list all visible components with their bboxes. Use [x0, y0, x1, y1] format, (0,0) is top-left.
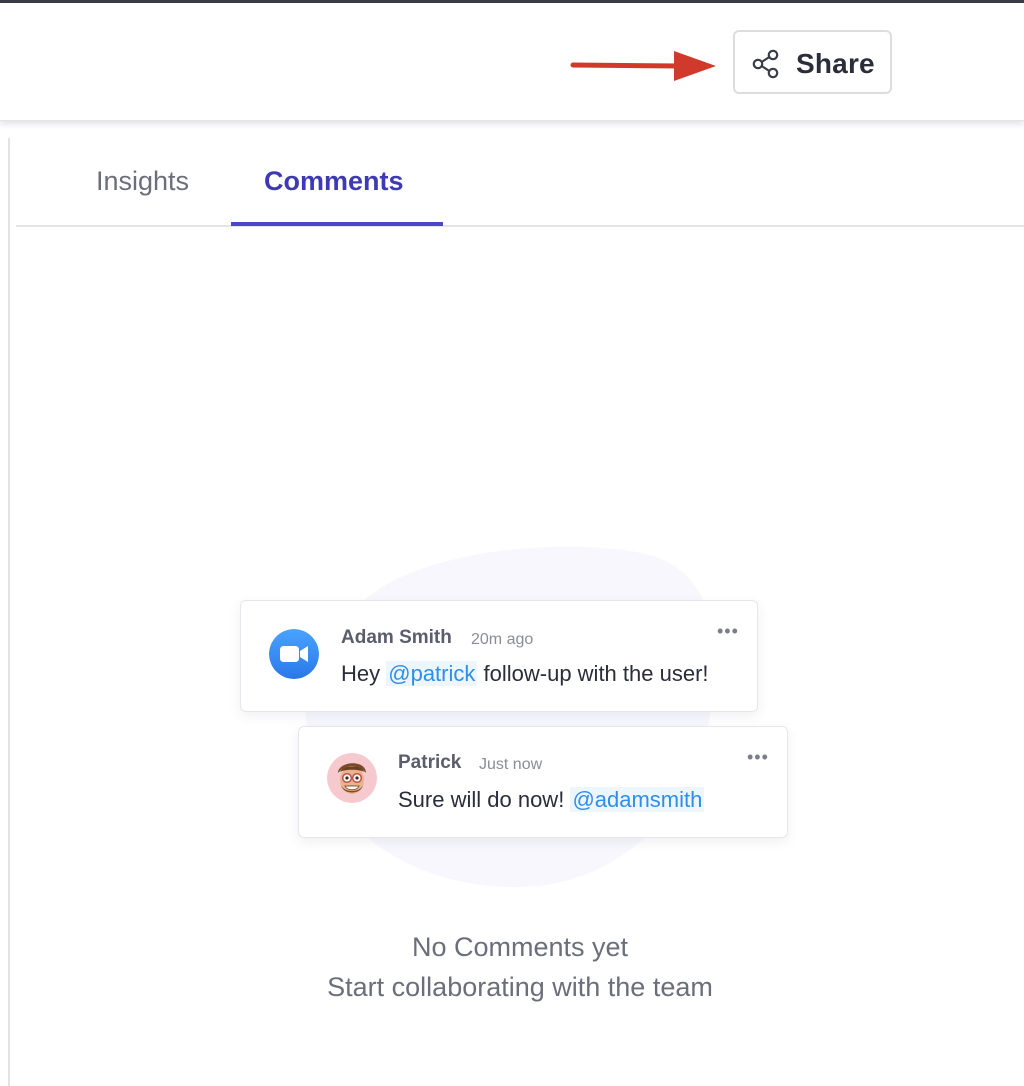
empty-state-title: No Comments yet — [411, 932, 629, 962]
share-icon — [752, 49, 779, 79]
comment-text: Sure will do now! @adamsmith — [398, 787, 705, 813]
header-bar: Share — [0, 3, 1024, 121]
comment-menu-icon[interactable]: ••• — [747, 747, 769, 768]
comment-card: Patrick Just now ••• Sure will do now! @… — [298, 726, 788, 838]
red-arrow-annotation — [570, 51, 716, 81]
comment-timestamp: Just now — [479, 756, 543, 773]
comment-text-before: Hey — [341, 661, 381, 686]
tab-comments[interactable]: Comments — [264, 166, 404, 197]
tab-bar: Insights Comments — [16, 138, 1024, 227]
comment-card: Adam Smith 20m ago ••• Hey @patrick foll… — [240, 600, 758, 712]
tab-insights[interactable]: Insights — [96, 166, 189, 197]
comment-menu-icon[interactable]: ••• — [717, 621, 739, 642]
mention-link[interactable]: @adamsmith — [570, 787, 705, 812]
background-blob-illustration — [305, 546, 715, 888]
zoom-avatar — [269, 629, 319, 679]
share-button-label: Share — [796, 48, 875, 79]
active-tab-indicator — [231, 222, 443, 226]
mention-link[interactable]: @patrick — [386, 661, 478, 686]
comment-text: Hey @patrick follow-up with the user! — [341, 661, 709, 687]
comment-text-before: Sure will do now! — [398, 787, 565, 812]
comment-author: Adam Smith — [341, 627, 452, 648]
share-button[interactable]: Share — [733, 30, 892, 94]
memoji-avatar — [327, 753, 377, 803]
comment-timestamp: 20m ago — [471, 631, 534, 648]
comment-author: Patrick — [398, 752, 462, 773]
empty-state-subtitle: Start collaborating with the team — [327, 972, 713, 1002]
comment-text-after: follow-up with the user! — [483, 661, 709, 686]
